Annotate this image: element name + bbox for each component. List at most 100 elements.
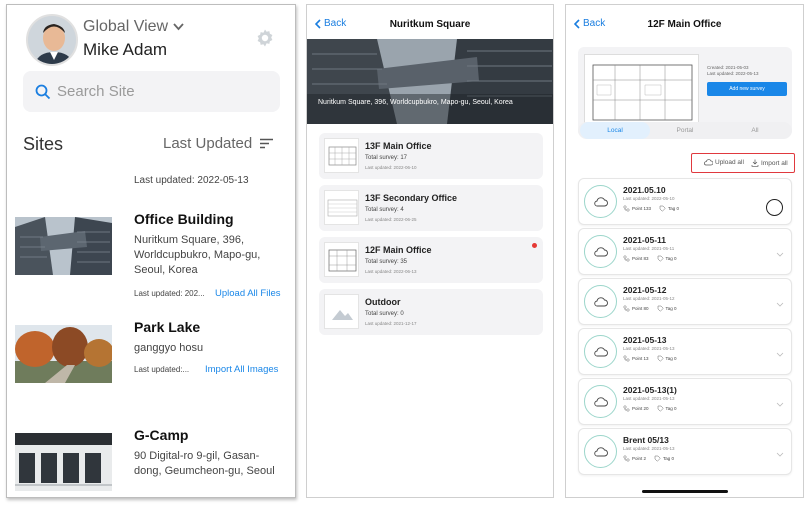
- survey-item[interactable]: 2021-05-11 Last updated: 2021-05-11 Point …: [578, 228, 792, 275]
- survey-last-updated: Last updated: 2021-05-12: [623, 296, 675, 301]
- floor-item[interactable]: 12F Main Office Total survey: 35 Last up…: [319, 237, 543, 283]
- tag-count: Tag 0: [665, 356, 677, 361]
- tag-count: Tag 0: [665, 406, 677, 411]
- global-view-dropdown[interactable]: Global View: [83, 18, 184, 36]
- upload-all-files-link[interactable]: Upload All Files: [215, 288, 280, 299]
- floorplan-thumbnail: [324, 138, 359, 173]
- tab-portal[interactable]: Portal: [650, 122, 720, 139]
- survey-stats: Point 133 Tag 0: [623, 205, 679, 212]
- cloud-icon: [584, 185, 617, 218]
- tag-icon: [659, 205, 666, 212]
- site-list-screen: Global View Mike Adam Sites Last Updated…: [6, 4, 296, 498]
- site-thumbnail: [15, 433, 112, 491]
- bulk-actions: Upload all Import all: [691, 153, 795, 173]
- site-address: 90 Digital-ro 9-gil, Gasan-dong, Geumche…: [134, 450, 275, 477]
- site-address: ganggyo hosu: [134, 342, 204, 354]
- point-count: Point 20: [632, 406, 649, 411]
- survey-count: Total survey: 35: [365, 259, 408, 265]
- image-placeholder-icon: [324, 294, 359, 329]
- site-address: Nuritkum Square, 396, Worldcupbukro, Map…: [318, 99, 513, 106]
- page-title: 12F Main Office: [647, 19, 722, 30]
- upload-all-button[interactable]: Upload all: [704, 159, 744, 166]
- tag-count: Tag 0: [668, 206, 680, 211]
- site-name: G-Camp: [134, 427, 189, 443]
- add-new-survey-button[interactable]: Add new survey: [707, 82, 787, 96]
- notification-dot: [532, 243, 537, 248]
- site-detail-screen: Back Nuritkum Square Nuritkum Square, 39…: [306, 4, 554, 498]
- cloud-icon: [584, 335, 617, 368]
- chevron-down-icon[interactable]: [776, 402, 784, 407]
- survey-item[interactable]: 2021-05-13 Last updated: 2021-05-13 Point …: [578, 328, 792, 375]
- tag-count: Tag 0: [665, 306, 677, 311]
- chevron-down-icon[interactable]: [776, 252, 784, 257]
- site-hero-image: Nuritkum Square, 396, Worldcupbukro, Map…: [307, 39, 553, 124]
- survey-name: 2021-05-12: [623, 285, 667, 295]
- user-avatar[interactable]: [26, 14, 78, 66]
- points-icon: [623, 455, 630, 462]
- gear-icon[interactable]: [255, 28, 275, 48]
- sort-button[interactable]: Last Updated: [163, 135, 274, 152]
- sites-heading: Sites: [23, 134, 64, 154]
- last-updated-text: Last updated: 2022-05-13: [134, 175, 249, 186]
- tag-count: Tag 0: [665, 256, 677, 261]
- tab-all[interactable]: All: [720, 122, 790, 139]
- select-radio[interactable]: [766, 199, 783, 216]
- survey-count: Total survey: 4: [365, 207, 404, 213]
- survey-name: 2021-05-11: [623, 235, 667, 245]
- chevron-down-icon[interactable]: [776, 352, 784, 357]
- view-title-label: Global View: [83, 18, 169, 35]
- survey-stats: Point 2 Tag 0: [623, 455, 674, 462]
- tab-local[interactable]: Local: [580, 122, 650, 139]
- import-all-images-link[interactable]: Import All Images: [205, 364, 278, 375]
- site-thumbnail: [15, 325, 112, 383]
- home-indicator: [642, 490, 728, 493]
- survey-item[interactable]: 2021-05-13(1) Last updated: 2021-05-13 Poi…: [578, 378, 792, 425]
- floor-item[interactable]: 13F Secondary Office Total survey: 4 Las…: [319, 185, 543, 231]
- tag-icon: [657, 355, 664, 362]
- floor-last-updated: Last updated: 2021-12-17: [365, 321, 417, 326]
- survey-name: 2021-05-13: [623, 335, 667, 345]
- site-item[interactable]: G-Camp 90 Digital-ro 9-gil, Gasan-dong, …: [15, 427, 295, 497]
- updated-date: Last updated: 2022-05-13: [707, 71, 759, 76]
- site-item[interactable]: Office Building Nuritkum Square, 396, Wo…: [15, 211, 295, 299]
- floor-item[interactable]: 13F Main Office Total survey: 17 Last up…: [319, 133, 543, 179]
- point-count: Point 133: [632, 206, 652, 211]
- search-icon: [35, 84, 51, 99]
- cloud-icon: [584, 235, 617, 268]
- floor-name: 13F Secondary Office: [365, 193, 458, 203]
- survey-last-updated: Last updated: 2022-05-10: [623, 196, 675, 201]
- point-count: Point 83: [632, 256, 649, 261]
- site-last-updated: Last updated:...: [134, 365, 190, 374]
- points-icon: [623, 305, 630, 312]
- floor-last-updated: Last updated: 2022-06-13: [365, 269, 417, 274]
- floor-last-updated: Last updated: 2022-06-25: [365, 217, 417, 222]
- chevron-down-icon[interactable]: [776, 302, 784, 307]
- survey-stats: Point 83 Tag 0: [623, 255, 677, 262]
- floor-item[interactable]: Outdoor Total survey: 0 Last updated: 20…: [319, 289, 543, 335]
- survey-item[interactable]: Brent 05/13 Last updated: 2021-05-13 Point…: [578, 428, 792, 475]
- survey-item[interactable]: 2021.05.10 Last updated: 2022-05-10 Point …: [578, 178, 792, 225]
- import-all-label: Import all: [761, 159, 788, 167]
- search-input[interactable]: [57, 83, 257, 100]
- floor-name: 12F Main Office: [365, 245, 432, 255]
- points-icon: [623, 405, 630, 412]
- survey-stats: Point 20 Tag 0: [623, 405, 677, 412]
- download-icon: [751, 159, 759, 167]
- point-count: Point 80: [632, 306, 649, 311]
- points-icon: [623, 205, 630, 212]
- sort-label: Last Updated: [163, 135, 253, 152]
- cloud-icon: [584, 285, 617, 318]
- chevron-down-icon[interactable]: [776, 452, 784, 457]
- point-count: Point 13: [632, 356, 649, 361]
- points-icon: [623, 255, 630, 262]
- page-title: Nuritkum Square: [389, 19, 471, 30]
- floorplan-thumbnail: [324, 190, 359, 225]
- survey-item[interactable]: 2021-05-12 Last updated: 2021-05-12 Point …: [578, 278, 792, 325]
- floor-last-updated: Last updated: 2022-06-10: [365, 165, 417, 170]
- survey-last-updated: Last updated: 2021-05-13: [623, 396, 675, 401]
- search-bar[interactable]: [23, 71, 280, 112]
- source-segmented-control: Local Portal All: [578, 122, 792, 139]
- import-all-button[interactable]: Import all: [751, 159, 788, 167]
- floor-name: Outdoor: [365, 297, 401, 307]
- site-item[interactable]: Park Lake ganggyo hosu Last updated:... …: [15, 319, 295, 407]
